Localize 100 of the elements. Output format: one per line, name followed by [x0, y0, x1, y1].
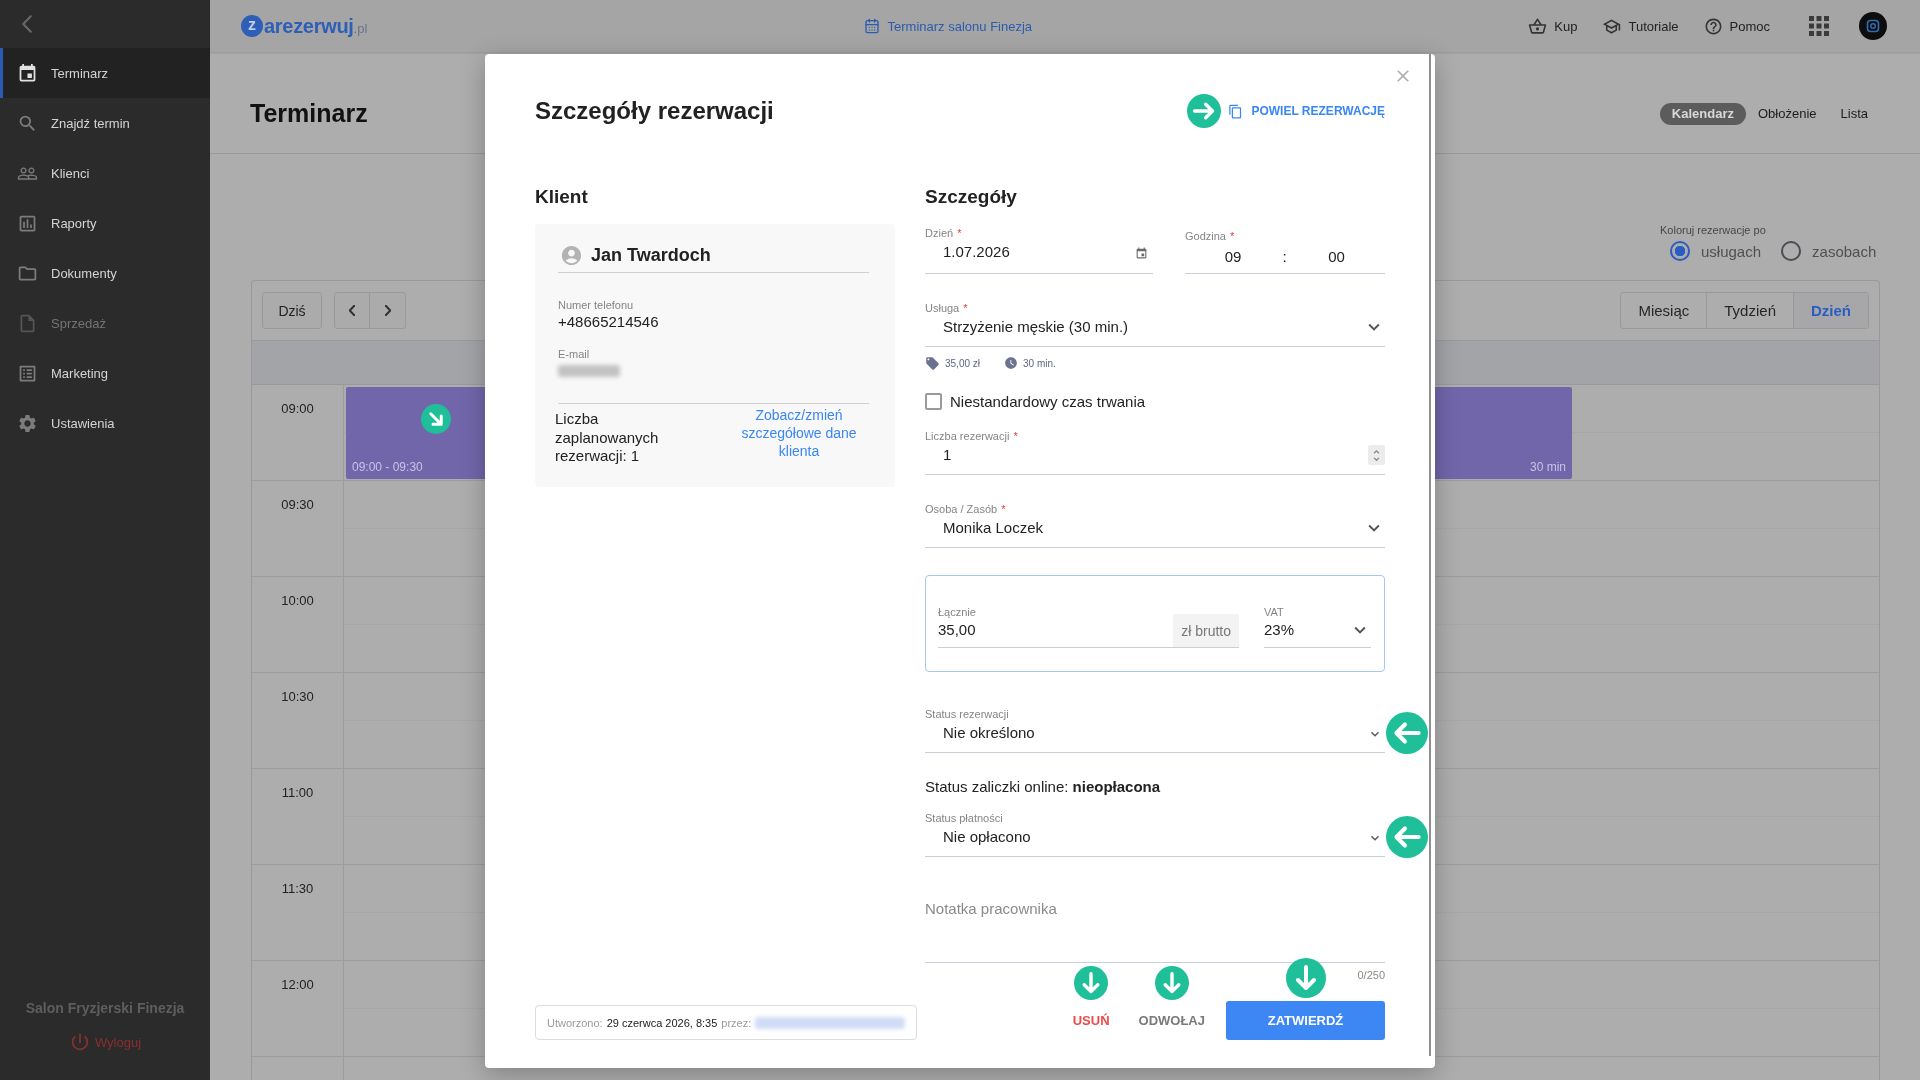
range-tab[interactable]: Tydzień: [1706, 293, 1793, 328]
phone-number: +48665214546: [558, 312, 659, 332]
field-label: Osoba / Zasób: [925, 502, 998, 516]
topbar-link[interactable]: Kup: [1528, 16, 1578, 36]
time-label: 09:30: [281, 498, 314, 512]
field-label: Łącznie: [938, 605, 976, 619]
section-heading: Szczegóły: [925, 185, 1018, 209]
topbar-link[interactable]: Tutoriale: [1602, 16, 1679, 36]
next-button[interactable]: [370, 292, 406, 329]
radio-label[interactable]: zasobach: [1812, 242, 1877, 260]
status-select[interactable]: Status rezerwacji Nie określono: [925, 707, 1385, 753]
field-label: Usługa: [925, 301, 960, 315]
date-field[interactable]: Dzień * 1.07.2026: [925, 226, 1153, 274]
view-tab[interactable]: Obłożenie: [1746, 102, 1829, 125]
required-asterisk: *: [1230, 229, 1235, 243]
sidebar-item[interactable]: Raporty: [0, 198, 210, 248]
checkbox[interactable]: [925, 392, 942, 410]
modal-title: Szczegóły rezerwacji: [535, 97, 774, 125]
service-duration: 30 min.: [1023, 357, 1056, 369]
field-label: VAT: [1264, 605, 1284, 619]
field-label: Liczba rezerwacji: [925, 429, 1010, 443]
chevron-right-icon: [384, 305, 391, 316]
created-by-label: przez:: [721, 1016, 752, 1029]
calendar-icon: [17, 62, 38, 84]
deposit-status-text: Status zaliczki online: nieopłacona: [925, 777, 1161, 797]
count-field[interactable]: Liczba rezerwacji * 1: [925, 429, 1385, 475]
blurred-email: [558, 365, 620, 377]
account-icon[interactable]: [1859, 12, 1887, 40]
calendar-icon: [863, 18, 880, 34]
page-title: Terminarz: [250, 99, 368, 128]
view-tab[interactable]: Lista: [1828, 102, 1880, 125]
settings-icon: [17, 412, 38, 434]
required-asterisk: *: [1001, 502, 1006, 516]
service-select[interactable]: Usługa * Strzyżenie męskie (30 min.): [925, 301, 1385, 347]
time-separator: :: [1281, 247, 1288, 267]
vat-select[interactable]: VAT 23%: [1264, 605, 1371, 648]
section-heading: Klient: [535, 185, 589, 209]
char-counter: 0/250: [1357, 968, 1385, 982]
radio-button[interactable]: [1781, 241, 1802, 261]
logo-mark[interactable]: z: [241, 15, 263, 37]
chevron-left-icon[interactable]: [22, 15, 32, 33]
created-label: Utworzono:: [547, 1016, 603, 1029]
field-label: Godzina: [1185, 229, 1226, 243]
delete-button[interactable]: USUŃ: [1060, 1001, 1122, 1040]
service-price: 35,00 zł: [945, 357, 981, 369]
view-tab[interactable]: Kalendarz: [1659, 102, 1746, 125]
price-tag-icon: [925, 355, 940, 371]
sidebar-item[interactable]: Terminarz: [0, 48, 210, 98]
sidebar-item[interactable]: Znajdź termin: [0, 98, 210, 148]
copy-icon: [1228, 103, 1244, 119]
file-icon: [17, 312, 38, 334]
field-label: Status rezerwacji: [925, 707, 1009, 721]
avatar-icon: [560, 243, 583, 267]
resource-select[interactable]: Osoba / Zasób * Monika Loczek: [925, 502, 1385, 548]
unit-label: zł brutto: [1173, 614, 1239, 647]
color-by-label: Koloruj rezerwacje po: [1660, 223, 1767, 237]
time-field[interactable]: Godzina * 09 : 00: [1185, 226, 1385, 274]
confirm-button[interactable]: ZATWIERDŹ: [1226, 1001, 1385, 1040]
total-price-field[interactable]: Łącznie 35,00 zł brutto: [938, 605, 1239, 648]
stepper-icon[interactable]: [1368, 445, 1385, 465]
topbar-link[interactable]: Pomoc: [1703, 16, 1770, 36]
hour-input[interactable]: 09: [1185, 247, 1281, 267]
checkbox-label[interactable]: Niestandardowy czas trwania: [950, 392, 1146, 410]
sidebar-item[interactable]: Ustawienia: [0, 398, 210, 448]
planned-bookings-text: Liczba zaplanowanych rezerwacji: 1: [555, 410, 660, 466]
field-label: E-mail: [558, 347, 590, 361]
required-asterisk: *: [957, 226, 962, 240]
scrollbar-thumb[interactable]: [1429, 54, 1431, 1056]
clock-icon: [1004, 356, 1019, 370]
event-duration: 30 min: [1529, 460, 1566, 474]
created-date: 29 czerwca 2026, 8:35: [606, 1016, 718, 1029]
duplicate-link[interactable]: POWIEL REZERWACJĘ: [1228, 103, 1385, 119]
required-asterisk: *: [963, 301, 968, 315]
payment-status-select[interactable]: Status płatności Nie opłacono: [925, 811, 1385, 857]
event-time: 09:00 - 09:30: [352, 460, 423, 474]
required-asterisk: *: [1013, 429, 1018, 443]
radio-label[interactable]: usługach: [1701, 242, 1762, 260]
previous-button[interactable]: [334, 292, 370, 329]
sidebar-item[interactable]: Klienci: [0, 148, 210, 198]
field-label: Status płatności: [925, 811, 1003, 825]
time-label: 12:00: [281, 978, 314, 992]
cancel-button[interactable]: ODWOŁAJ: [1126, 1001, 1217, 1040]
sidebar-item[interactable]: Dokumenty: [0, 248, 210, 298]
time-label: 11:00: [281, 786, 314, 800]
time-label: 09:00: [281, 402, 314, 416]
time-label: 11:30: [281, 882, 314, 896]
calendar-icon[interactable]: [1135, 247, 1148, 260]
field-label: Dzień: [925, 226, 954, 240]
today-button[interactable]: Dziś: [262, 292, 322, 329]
field-label: Numer telefonu: [558, 298, 634, 312]
radio-button[interactable]: [1670, 241, 1690, 261]
minute-input[interactable]: 00: [1288, 247, 1385, 267]
time-label: 10:00: [281, 594, 314, 608]
range-tab[interactable]: Miesiąc: [1621, 293, 1707, 328]
sidebar-item[interactable]: Marketing: [0, 348, 210, 398]
chevron-left-icon: [349, 305, 355, 316]
client-name: Jan Twardoch: [591, 244, 711, 266]
help-icon: [1703, 16, 1723, 36]
time-label: 10:30: [281, 690, 314, 704]
basket-icon: [1528, 16, 1548, 36]
